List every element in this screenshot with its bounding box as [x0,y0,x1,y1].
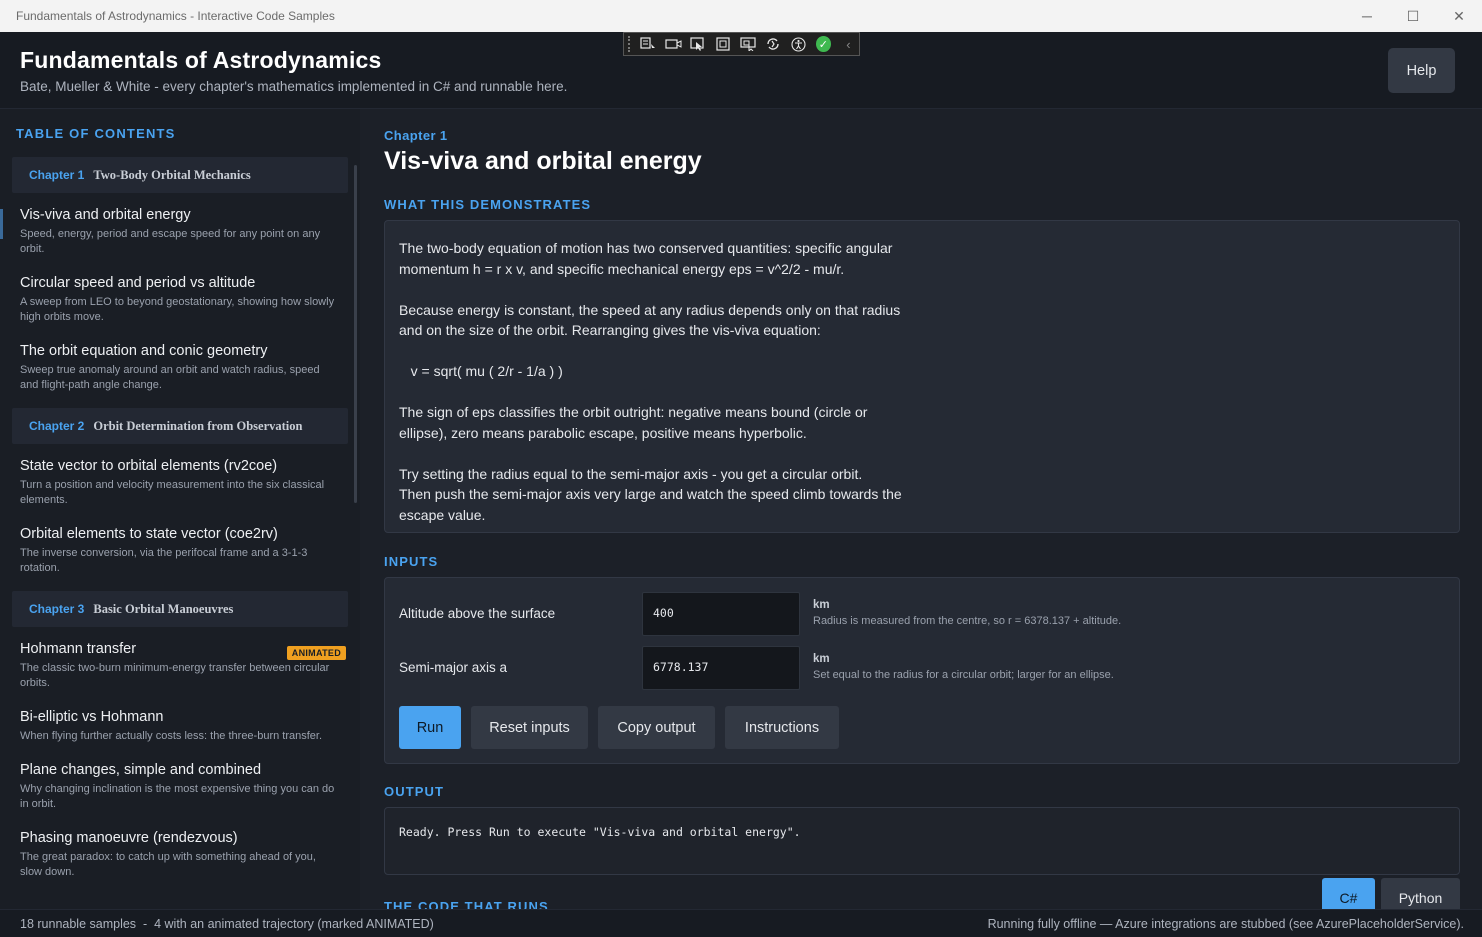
toc-item-desc: The inverse conversion, via the perifoca… [20,547,308,574]
status-sample-count: 18 runnable samples - 4 with an animated… [20,916,434,931]
toc-item-plane-changes[interactable]: Plane changes, simple and combined Why c… [12,754,348,822]
toc-item-title: State vector to orbital elements (rv2coe… [20,458,278,474]
maximize-button[interactable]: ☐ [1390,0,1436,32]
toc-item-title: Circular speed and period vs altitude [20,275,256,291]
hot-reload-icon[interactable] [763,35,784,53]
toc-item-title: Plane changes, simple and combined [20,762,262,778]
live-visual-tree-icon[interactable] [638,35,659,53]
chapter-number: Chapter 1 [29,168,85,182]
copy-output-button[interactable]: Copy output [598,706,715,749]
toc-item-desc: The great paradox: to catch up with some… [20,851,316,878]
xaml-debug-toolbar: ✓ ‹ [623,32,860,56]
minimize-button[interactable]: ─ [1344,0,1390,32]
toc-list: Chapter 1 Two-Body Orbital Mechanics Vis… [0,157,348,890]
toc-item-hohmann[interactable]: Hohmann transfer ANIMATED The classic tw… [12,633,348,701]
input-label: Altitude above the surface [399,606,556,621]
inputs-section-heading: INPUTS [384,554,439,569]
accessibility-icon[interactable] [788,35,809,53]
track-focus-icon[interactable] [738,35,759,53]
input-row-semi-major-axis: Semi-major axis a 6778.137 km Set equal … [385,646,1461,690]
status-offline-notice: Running fully offline — Azure integratio… [987,916,1464,931]
chapter-header-2: Chapter 2 Orbit Determination from Obser… [12,408,348,444]
input-label: Semi-major axis a [399,660,508,675]
toc-item-title: Orbital elements to state vector (coe2rv… [20,526,278,542]
toolbar-grip[interactable] [628,36,634,52]
output-section-heading: OUTPUT [384,784,445,799]
input-hint: Radius is measured from the centre, so r… [813,615,1122,627]
toc-item-title: Vis-viva and orbital energy [20,207,191,223]
app-title: Fundamentals of Astrodynamics [20,47,382,73]
toc-item-coe2rv[interactable]: Orbital elements to state vector (coe2rv… [12,518,348,591]
chapter-header-3: Chapter 3 Basic Orbital Manoeuvres [12,591,348,627]
toc-item-desc: Why changing inclination is the most exp… [20,783,335,810]
animated-badge: ANIMATED [286,646,346,660]
collapse-chevron-icon[interactable]: ‹ [838,35,859,53]
input-unit: km [813,653,830,665]
chapter-name: Two-Body Orbital Mechanics [93,167,251,182]
run-button[interactable]: Run [399,706,461,749]
toc-item-circular-speed[interactable]: Circular speed and period vs altitude A … [12,267,348,335]
inputs-panel: Altitude above the surface 400 km Radius… [384,577,1460,764]
altitude-input[interactable]: 400 [642,592,800,636]
toc-item-vis-viva[interactable]: Vis-viva and orbital energy Speed, energ… [0,199,348,267]
toc-item-phasing[interactable]: Phasing manoeuvre (rendezvous) The great… [12,822,348,890]
toc-item-desc: Sweep true anomaly around an orbit and w… [20,364,320,391]
current-chapter-label: Chapter 1 [384,128,448,143]
toc-scrollbar[interactable] [354,165,357,503]
window-title-bar: Fundamentals of Astrodynamics - Interact… [0,0,1482,32]
tab-csharp[interactable]: C# [1322,878,1375,909]
select-element-icon[interactable] [688,35,709,53]
chapter-name: Orbit Determination from Observation [93,418,303,433]
camera-icon[interactable] [663,35,684,53]
input-hint: Set equal to the radius for a circular o… [813,669,1114,681]
chapter-header-1: Chapter 1 Two-Body Orbital Mechanics [12,157,348,193]
help-button[interactable]: Help [1388,48,1455,93]
display-layout-adorners-icon[interactable] [713,35,734,53]
chapter-name: Basic Orbital Manoeuvres [93,601,234,616]
close-button[interactable]: ✕ [1436,0,1482,32]
output-text: Ready. Press Run to execute "Vis-viva an… [399,825,801,839]
toc-item-desc: Turn a position and velocity measurement… [20,479,325,506]
input-row-altitude: Altitude above the surface 400 km Radius… [385,592,1461,636]
toc-item-title: Phasing manoeuvre (rendezvous) [20,830,238,846]
window-title: Fundamentals of Astrodynamics - Interact… [16,9,335,23]
code-section-heading: THE CODE THAT RUNS [384,899,549,909]
semi-major-axis-input[interactable]: 6778.137 [642,646,800,690]
reset-inputs-button[interactable]: Reset inputs [471,706,588,749]
status-bar: 18 runnable samples - 4 with an animated… [0,909,1482,937]
output-panel: Ready. Press Run to execute "Vis-viva an… [384,807,1460,875]
toc-item-desc: When flying further actually costs less:… [20,730,323,742]
toc-item-rv2coe[interactable]: State vector to orbital elements (rv2coe… [12,450,348,518]
chapter-number: Chapter 2 [29,419,85,433]
toc-item-title: The orbit equation and conic geometry [20,343,268,359]
table-of-contents-sidebar: TABLE OF CONTENTS Chapter 1 Two-Body Orb… [0,109,360,909]
instructions-button[interactable]: Instructions [725,706,839,749]
toc-item-bi-elliptic[interactable]: Bi-elliptic vs Hohmann When flying furth… [12,701,348,754]
toc-item-desc: Speed, energy, period and escape speed f… [20,228,321,255]
app-subtitle: Bate, Mueller & White - every chapter's … [20,79,568,94]
page-title: Vis-viva and orbital energy [384,147,702,175]
main-content: Chapter 1 Vis-viva and orbital energy WH… [360,109,1482,909]
checkmark-icon[interactable]: ✓ [815,36,831,52]
toc-item-desc: The classic two-burn minimum-energy tran… [20,662,330,689]
description-panel: The two-body equation of motion has two … [384,220,1460,533]
description-text: The two-body equation of motion has two … [399,240,902,523]
toc-item-title: Bi-elliptic vs Hohmann [20,709,164,725]
toc-item-desc: A sweep from LEO to beyond geostationary… [20,296,335,323]
demo-section-heading: WHAT THIS DEMONSTRATES [384,197,592,212]
input-unit: km [813,599,830,611]
toc-heading: TABLE OF CONTENTS [16,126,176,141]
tab-python[interactable]: Python [1381,878,1460,909]
toc-item-orbit-equation[interactable]: The orbit equation and conic geometry Sw… [12,335,348,408]
chapter-number: Chapter 3 [29,602,85,616]
